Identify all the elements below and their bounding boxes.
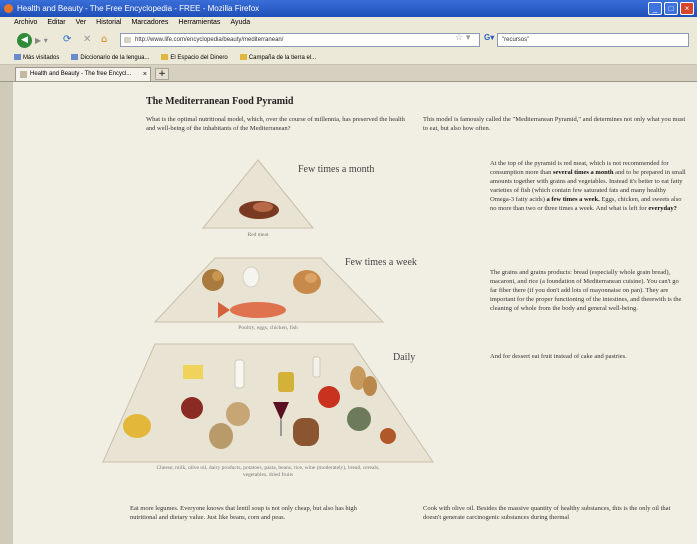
bottom-left-paragraph: Eat more legumes. Everyone knows that le…: [130, 505, 357, 521]
level-label-weekly: Few times a week: [345, 257, 417, 268]
cheese-image: [183, 365, 203, 379]
side-paragraph-grains: The grains and grains products: bread (e…: [490, 269, 682, 312]
chicken-image: [293, 270, 321, 294]
bookmark-star-icon[interactable]: ☆ ▾: [455, 33, 470, 43]
firefox-icon: [4, 4, 13, 13]
bread-image: [293, 418, 319, 446]
tab-close-icon[interactable]: ×: [143, 68, 147, 81]
cereal-image: [209, 423, 233, 449]
menu-marcadores[interactable]: Marcadores: [131, 17, 168, 29]
minimize-icon[interactable]: _: [648, 2, 662, 15]
beans-image: [181, 397, 203, 419]
side-paragraph-top: At the top of the pyramid is red meat, w…: [490, 160, 686, 212]
page-title: The Mediterranean Food Pyramid: [146, 96, 294, 107]
pyramid-graphic: [102, 159, 434, 463]
close-icon[interactable]: ×: [680, 2, 694, 15]
bookmark-item[interactable]: Más visitados: [14, 51, 59, 64]
menu-editar[interactable]: Editar: [47, 17, 65, 29]
url-text: http://www.life.com/encyclopedia/beauty/…: [135, 37, 284, 43]
menu-ver[interactable]: Ver: [76, 17, 87, 29]
window-controls: _ □ ×: [648, 2, 694, 15]
pyramid-base: [102, 343, 434, 463]
window-title: Health and Beauty - The Free Encyclopedi…: [17, 4, 260, 13]
back-button[interactable]: ◀: [17, 33, 32, 48]
level-label-daily: Daily: [393, 352, 416, 363]
bookmark-item[interactable]: Diccionario de la lengua...: [71, 51, 149, 64]
search-input[interactable]: "recursos": [497, 33, 689, 47]
milk-bottle-image: [234, 359, 245, 389]
bookmark-item[interactable]: Campaña de la tierra el...: [239, 51, 316, 64]
egg-image: [242, 266, 260, 288]
level-caption-monthly: Red meat: [247, 232, 269, 238]
left-margin: [0, 82, 13, 544]
bookmark-item[interactable]: El Espacio del Dinero: [161, 51, 228, 64]
bookmark-icon: [14, 54, 21, 60]
tab-bar: Health and Beauty - The free Encycl... ×…: [0, 65, 697, 82]
level-label-monthly: Few times a month: [298, 164, 375, 175]
rice-image: [226, 402, 250, 426]
food-pyramid: Few times a month Red meat Few times a w…: [93, 152, 493, 492]
intro-left-text: What is the optimal nutritional model, w…: [146, 116, 405, 132]
pasta-image: [123, 414, 151, 438]
navigation-toolbar: ◀ ▶ ▾ ⟳ ✕ ⌂ http://www.life.com/encyclop…: [0, 29, 697, 52]
site-favicon-icon: [124, 37, 131, 43]
url-input[interactable]: http://www.life.com/encyclopedia/beauty/…: [120, 33, 480, 47]
bookmark-icon: [71, 54, 79, 60]
bottle-image: [312, 356, 321, 378]
menu-ayuda[interactable]: Ayuda: [230, 17, 250, 29]
nuts-image: [202, 269, 224, 291]
tomato-image: [318, 386, 340, 408]
page-content: The Mediterranean Food Pyramid What is t…: [13, 82, 697, 544]
bookmarks-toolbar: Más visitados Diccionario de la lengua..…: [0, 51, 697, 65]
menu-archivo[interactable]: Archivo: [14, 17, 37, 29]
search-engine-icon[interactable]: G▾: [484, 33, 497, 45]
menu-bar: Archivo Editar Ver Historial Marcadores …: [0, 17, 697, 29]
red-meat-image: [239, 201, 279, 219]
folder-icon: [239, 54, 247, 60]
level-caption-weekly: Poultry, eggs, chicken, fish: [238, 325, 298, 331]
folder-icon: [161, 54, 169, 60]
dried-fruits-image: [380, 428, 396, 444]
tab-health-and-beauty[interactable]: Health and Beauty - The free Encycl... ×: [15, 67, 151, 81]
stop-icon[interactable]: ✕: [83, 34, 91, 45]
intro-right-text: This model is famously called the "Medit…: [423, 116, 686, 132]
tab-favicon-icon: [20, 71, 27, 78]
window-title-bar: Health and Beauty - The Free Encyclopedi…: [0, 0, 697, 17]
tab-label: Health and Beauty - The free Encycl...: [30, 71, 132, 77]
vegetables-image: [347, 407, 371, 431]
forward-button[interactable]: ▶ ▾: [35, 36, 48, 45]
menu-historial[interactable]: Historial: [96, 17, 121, 29]
search-text: "recursos": [502, 37, 530, 43]
maximize-icon[interactable]: □: [664, 2, 678, 15]
level-caption-daily: Cheese, milk, olive oil, dairy products,…: [156, 465, 380, 478]
bottom-right-paragraph: Cook with olive oil. Besides the massive…: [423, 505, 671, 521]
menu-herramientas[interactable]: Herramientas: [178, 17, 220, 29]
reload-icon[interactable]: ⟳: [63, 34, 71, 45]
new-tab-button[interactable]: +: [155, 68, 169, 80]
home-icon[interactable]: ⌂: [101, 34, 107, 45]
olive-oil-image: [278, 372, 294, 392]
side-paragraph-dessert: And for dessert eat fruit instead of cak…: [490, 353, 627, 360]
